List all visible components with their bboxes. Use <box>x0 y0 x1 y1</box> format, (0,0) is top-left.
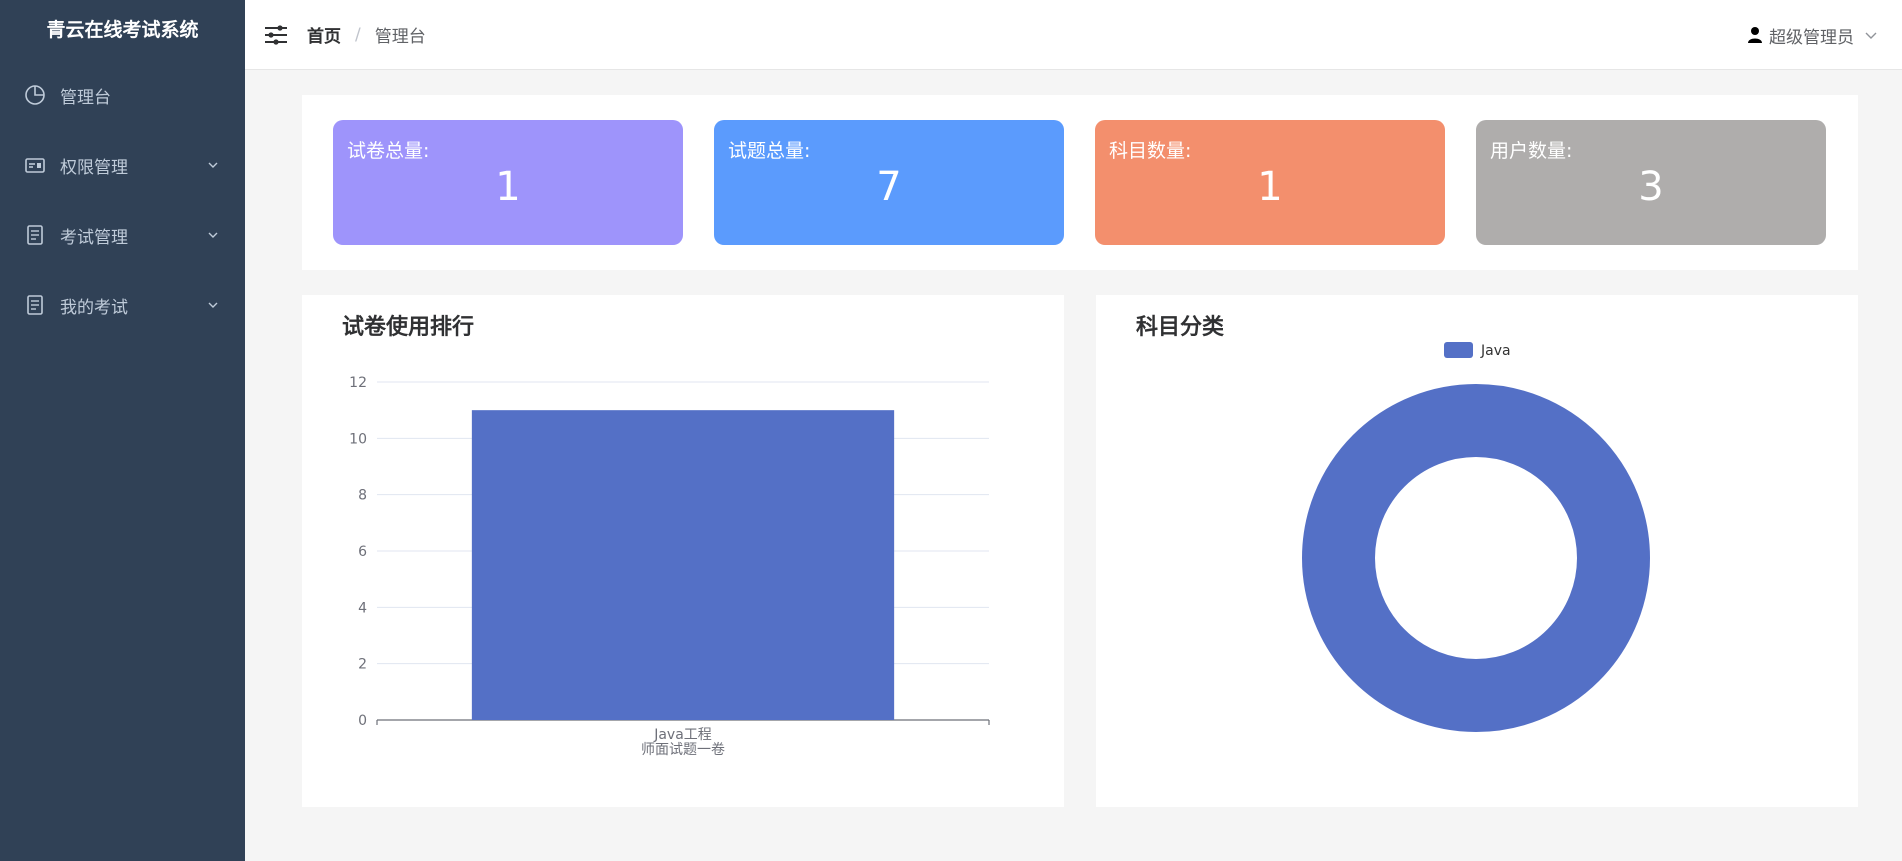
y-tick-label: 4 <box>358 600 367 616</box>
y-tick-label: 6 <box>358 544 367 560</box>
stat-card-users: 用户数量: 3 <box>1476 120 1826 245</box>
stats-panel: 试卷总量: 1 试题总量: 7 科目数量: 1 用户数量: 3 <box>302 95 1858 270</box>
sidebar-item-permissions[interactable]: 权限管理 <box>0 130 245 200</box>
legend-swatch[interactable] <box>1444 342 1473 358</box>
legend: Java <box>1444 342 1511 359</box>
stat-value: 1 <box>1257 164 1283 210</box>
chevron-down-icon <box>208 162 218 168</box>
y-tick-label: 0 <box>358 713 367 729</box>
stat-card-questions: 试题总量: 7 <box>714 120 1064 245</box>
stat-label: 用户数量: <box>1490 140 1573 162</box>
x-tick-label: 师面试题一卷 <box>641 742 725 758</box>
sidebar-item-label: 管理台 <box>60 87 111 108</box>
breadcrumb-separator: / <box>355 24 361 45</box>
sidebar-toggle-icon[interactable] <box>263 22 289 48</box>
y-tick-label: 2 <box>358 657 367 673</box>
subject-category-panel: 科目分类 Java <box>1096 295 1858 807</box>
stat-value: 3 <box>1638 164 1664 210</box>
paper-usage-panel: 试卷使用排行 0 2 4 6 8 10 12 Java工程 师面试题一卷 <box>302 295 1064 807</box>
pie-chart-icon <box>24 84 46 106</box>
sidebar: 青云在线考试系统 管理台 权限管理 考试管理 我的考试 <box>0 0 245 861</box>
stat-label: 试卷总量: <box>347 140 430 162</box>
stat-label: 科目数量: <box>1109 140 1192 162</box>
y-tick-label: 12 <box>349 375 367 391</box>
y-tick-label: 10 <box>349 431 367 447</box>
sidebar-item-label: 考试管理 <box>60 227 128 248</box>
user-icon <box>1748 27 1762 43</box>
stat-card-subjects: 科目数量: 1 <box>1095 120 1445 245</box>
stat-label: 试题总量: <box>728 140 811 162</box>
document-icon <box>24 224 46 246</box>
chevron-down-icon <box>1865 32 1877 39</box>
bar-chart: 0 2 4 6 8 10 12 Java工程师面试题一卷 <box>349 375 990 758</box>
stat-card-papers: 试卷总量: 1 <box>333 120 683 245</box>
top-navbar: 首页 / 管理台 超级管理员 <box>245 0 1902 70</box>
document-icon <box>24 294 46 316</box>
pie-chart: Java <box>1302 342 1650 732</box>
chevron-down-icon <box>208 232 218 238</box>
sidebar-item-my-exams[interactable]: 我的考试 <box>0 270 245 340</box>
app-title: 青云在线考试系统 <box>46 19 199 41</box>
breadcrumb: 首页 / 管理台 <box>307 22 426 48</box>
breadcrumb-home[interactable]: 首页 <box>307 22 341 47</box>
sidebar-item-label: 权限管理 <box>60 157 128 178</box>
stat-value: 1 <box>495 164 521 210</box>
y-tick-label: 8 <box>358 488 367 504</box>
x-tick-label: Java工程 <box>653 727 712 743</box>
pie-slice[interactable] <box>1302 384 1650 732</box>
breadcrumb-current: 管理台 <box>374 27 426 47</box>
chevron-down-icon <box>208 302 218 308</box>
user-menu[interactable]: 超级管理员 <box>1747 0 1878 70</box>
sidebar-item-dashboard[interactable]: 管理台 <box>0 60 245 130</box>
sidebar-item-label: 我的考试 <box>60 297 128 318</box>
legend-label[interactable]: Java <box>1480 343 1511 359</box>
stat-value: 7 <box>876 164 902 210</box>
id-card-icon <box>24 154 46 176</box>
sidebar-item-exam-management[interactable]: 考试管理 <box>0 200 245 270</box>
bar[interactable] <box>471 410 895 720</box>
user-name: 超级管理员 <box>1769 27 1854 48</box>
